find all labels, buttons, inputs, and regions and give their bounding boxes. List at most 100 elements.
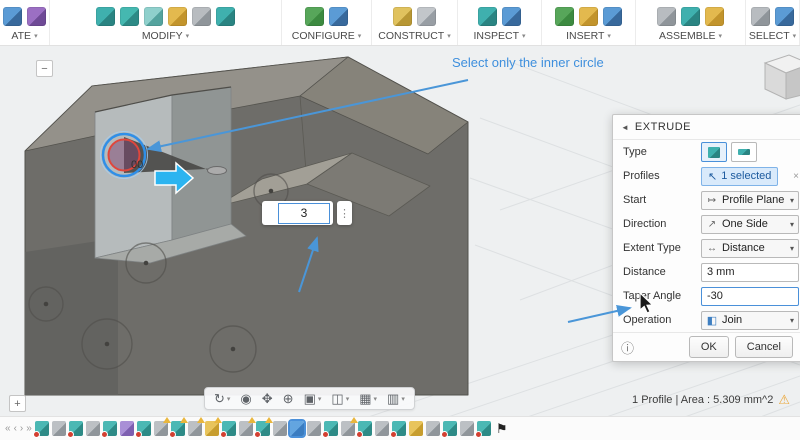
variants-icon[interactable] (329, 6, 348, 26)
operation-dropdown[interactable]: ◧ Join ▾ (701, 310, 799, 330)
extrude-type-thin-button[interactable] (731, 142, 757, 162)
timeline-playback-control[interactable]: « (5, 423, 11, 434)
menu-configure-label: CONFIGURE (291, 30, 355, 42)
fit-tool[interactable]: ▣ ▾ (304, 391, 322, 407)
select-window-icon[interactable] (775, 6, 794, 26)
split-body-icon[interactable] (216, 6, 235, 26)
timeline-feature-sketch[interactable] (134, 421, 151, 438)
timeline-feature-sketch[interactable] (474, 421, 491, 438)
timeline-playback-control[interactable]: › (20, 423, 23, 434)
timeline-feature-sketch[interactable] (355, 421, 372, 438)
menu-inspect[interactable]: INSPECT ▾ (473, 30, 525, 42)
timeline-feature-sketch[interactable] (219, 421, 236, 438)
timeline-feature-sketch[interactable] (168, 417, 188, 438)
measure-icon[interactable] (478, 6, 497, 26)
create-form-icon[interactable] (27, 6, 46, 26)
timeline-feature-sketch[interactable] (253, 417, 273, 438)
chevron-down-icon: ▾ (34, 33, 38, 40)
timeline-feature-feature[interactable] (238, 417, 256, 436)
timeline-feature-feature[interactable] (340, 417, 358, 436)
new-component-icon[interactable] (657, 6, 676, 26)
construction-axis-icon[interactable] (417, 6, 436, 26)
section-analysis-icon[interactable] (502, 6, 521, 26)
clear-selection-icon[interactable]: × (793, 171, 799, 182)
timeline-feature-feature[interactable] (272, 421, 287, 436)
menu-create[interactable]: ATE ▾ (11, 30, 37, 42)
extent-type-dropdown[interactable]: ↔ Distance ▾ (701, 238, 799, 258)
distance-extent-icon: ↔ (707, 242, 717, 254)
distance-dimension-field[interactable]: 3 (278, 202, 330, 224)
timeline-feature-feature[interactable] (306, 421, 321, 436)
zoom-tool[interactable]: ⊕ (283, 391, 294, 407)
timeline-marker-flag[interactable]: ⚑ (496, 421, 508, 437)
menu-configure[interactable]: CONFIGURE ▾ (292, 30, 362, 42)
grid-settings[interactable]: ▦ ▾ (359, 391, 377, 407)
look-at-tool[interactable]: ◉ (240, 391, 251, 407)
timeline-feature-sketch[interactable] (66, 421, 83, 438)
timeline-feature-feature[interactable] (459, 421, 474, 436)
menu-modify[interactable]: MODIFY ▾ (142, 30, 189, 42)
timeline-feature-blue[interactable] (287, 419, 306, 438)
ok-button[interactable]: OK (688, 336, 729, 358)
navigation-bar: ↻ ▾ ◉ ✥ ⊕ ▣ ▾ ◫ ▾ ▦ ▾ ▥ ▾ (204, 387, 415, 410)
press-pull-icon[interactable] (96, 6, 115, 26)
timeline-feature-sketch[interactable] (440, 421, 457, 438)
viewport-settings[interactable]: ▥ ▾ (387, 391, 405, 407)
configuration-table-icon[interactable] (305, 6, 324, 26)
taper-angle-input[interactable]: -30 (701, 286, 799, 306)
timeline-feature-yellow[interactable] (204, 417, 222, 436)
insert-canvas-icon[interactable] (555, 6, 574, 26)
error-dot-icon (253, 431, 261, 438)
timeline-feature-feature[interactable] (374, 421, 389, 436)
timeline-feature-sketch[interactable] (389, 421, 406, 438)
combine-icon[interactable] (168, 6, 187, 26)
orbit-tool[interactable]: ↻ ▾ (214, 391, 230, 407)
timeline-feature-sketch[interactable] (321, 421, 338, 438)
timeline-feature-feature[interactable] (425, 421, 440, 436)
offset-plane-icon[interactable] (393, 6, 412, 26)
insert-decal-icon[interactable] (603, 6, 622, 26)
menu-construct[interactable]: CONSTRUCT ▾ (378, 30, 450, 42)
timeline-playback-control[interactable]: » (26, 423, 32, 434)
extrude-manipulator-handle[interactable] (207, 166, 227, 175)
offset-face-icon[interactable] (192, 6, 211, 26)
rigid-group-icon[interactable] (705, 6, 724, 26)
menu-select[interactable]: SELECT ▾ (749, 30, 796, 42)
start-dropdown[interactable]: ↦ Profile Plane ▾ (701, 190, 799, 210)
timeline-playback-control[interactable]: ‹ (14, 423, 17, 434)
select-tool-icon[interactable] (751, 6, 770, 26)
timeline-feature-feature[interactable] (51, 421, 66, 436)
timeline-feature-feature[interactable] (187, 417, 205, 436)
operation-row: Operation ◧ Join ▾ (613, 308, 800, 332)
direction-dropdown[interactable]: ↗ One Side ▾ (701, 214, 799, 234)
cancel-button[interactable]: Cancel (734, 336, 793, 358)
extrude-type-solid-button[interactable] (701, 142, 727, 162)
profiles-selection-chip[interactable]: ↖ 1 selected (701, 166, 779, 186)
one-side-icon: ↗ (707, 218, 717, 230)
info-icon[interactable]: ⓘ (621, 338, 634, 357)
model-body[interactable] (24, 56, 469, 396)
insert-mesh-icon[interactable] (579, 6, 598, 26)
timeline-feature-sketch[interactable] (100, 421, 117, 438)
menu-assemble[interactable]: ASSEMBLE ▾ (659, 30, 722, 42)
joint-icon[interactable] (681, 6, 700, 26)
timeline-feature-yellow[interactable] (408, 421, 423, 436)
taper-angle-row: Taper Angle -30 (613, 284, 800, 308)
timeline-feature-sketch[interactable] (32, 421, 49, 438)
menu-insert[interactable]: INSERT ▾ (566, 30, 611, 42)
profiles-selected-count: 1 selected (721, 170, 772, 182)
distance-input[interactable]: 3 mm (701, 262, 799, 282)
fillet-icon[interactable] (120, 6, 139, 26)
timeline-feature-feature[interactable] (85, 421, 100, 436)
menu-create-label: ATE (11, 30, 32, 42)
shell-icon[interactable] (144, 6, 163, 26)
timeline-add-button[interactable]: + (9, 395, 26, 412)
browser-collapse-button[interactable]: − (36, 60, 53, 77)
timeline-feature-feature[interactable] (153, 417, 171, 436)
timeline-feature-purple[interactable] (119, 421, 134, 436)
display-settings[interactable]: ◫ ▾ (331, 391, 349, 407)
pan-tool[interactable]: ✥ (262, 391, 273, 407)
dimension-drag-grip[interactable]: ⋮ (337, 201, 352, 225)
dialog-collapse-icon[interactable]: ◄ (621, 123, 629, 132)
create-sketch-icon[interactable] (3, 6, 22, 26)
